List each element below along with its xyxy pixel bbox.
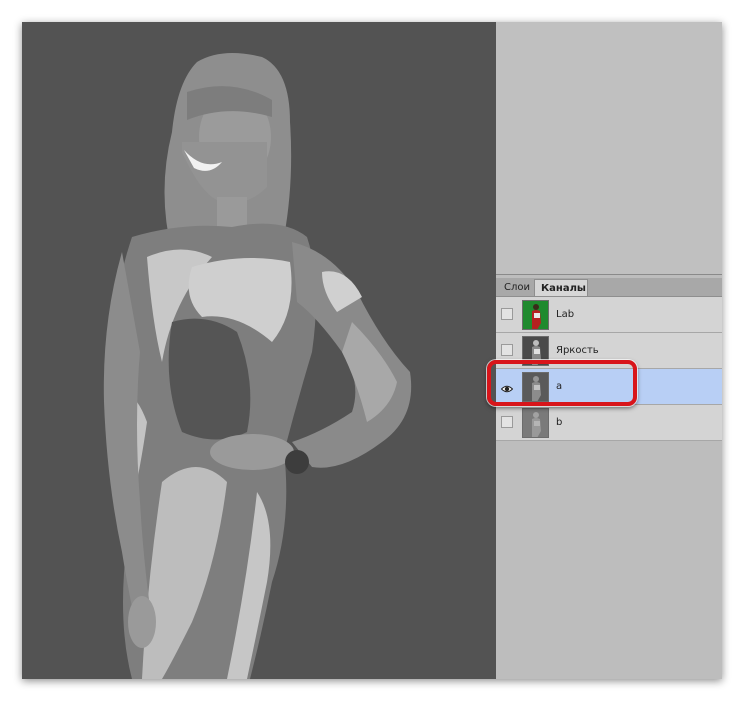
channel-thumbnail [522, 300, 549, 330]
channel-row-b[interactable]: b [496, 405, 722, 441]
tab-channels[interactable]: Каналы [534, 279, 588, 296]
channels-panel: Слои Каналы Lab Яркость a b [496, 274, 722, 679]
visibility-toggle[interactable] [501, 344, 513, 356]
eye-icon [500, 385, 514, 393]
visibility-toggle[interactable] [501, 308, 513, 320]
panel-tab-bar: Слои Каналы [496, 278, 722, 297]
channel-label: Lab [556, 309, 575, 320]
channel-row-lightness[interactable]: Яркость [496, 333, 722, 369]
channel-row-a[interactable]: a [496, 369, 722, 405]
channel-label: a [556, 381, 563, 392]
channel-thumbnail [522, 372, 549, 402]
channel-thumbnail [522, 336, 549, 366]
channel-thumbnail [522, 408, 549, 438]
channel-image [103, 53, 412, 679]
channel-row-lab[interactable]: Lab [496, 297, 722, 333]
document-canvas[interactable] [22, 22, 496, 679]
channel-label: b [556, 417, 563, 428]
channel-label: Яркость [556, 345, 599, 356]
visibility-toggle[interactable] [500, 380, 514, 393]
tab-layers[interactable]: Слои [498, 279, 534, 296]
visibility-toggle[interactable] [501, 416, 513, 428]
photoshop-window: Слои Каналы Lab Яркость a b [22, 22, 722, 679]
